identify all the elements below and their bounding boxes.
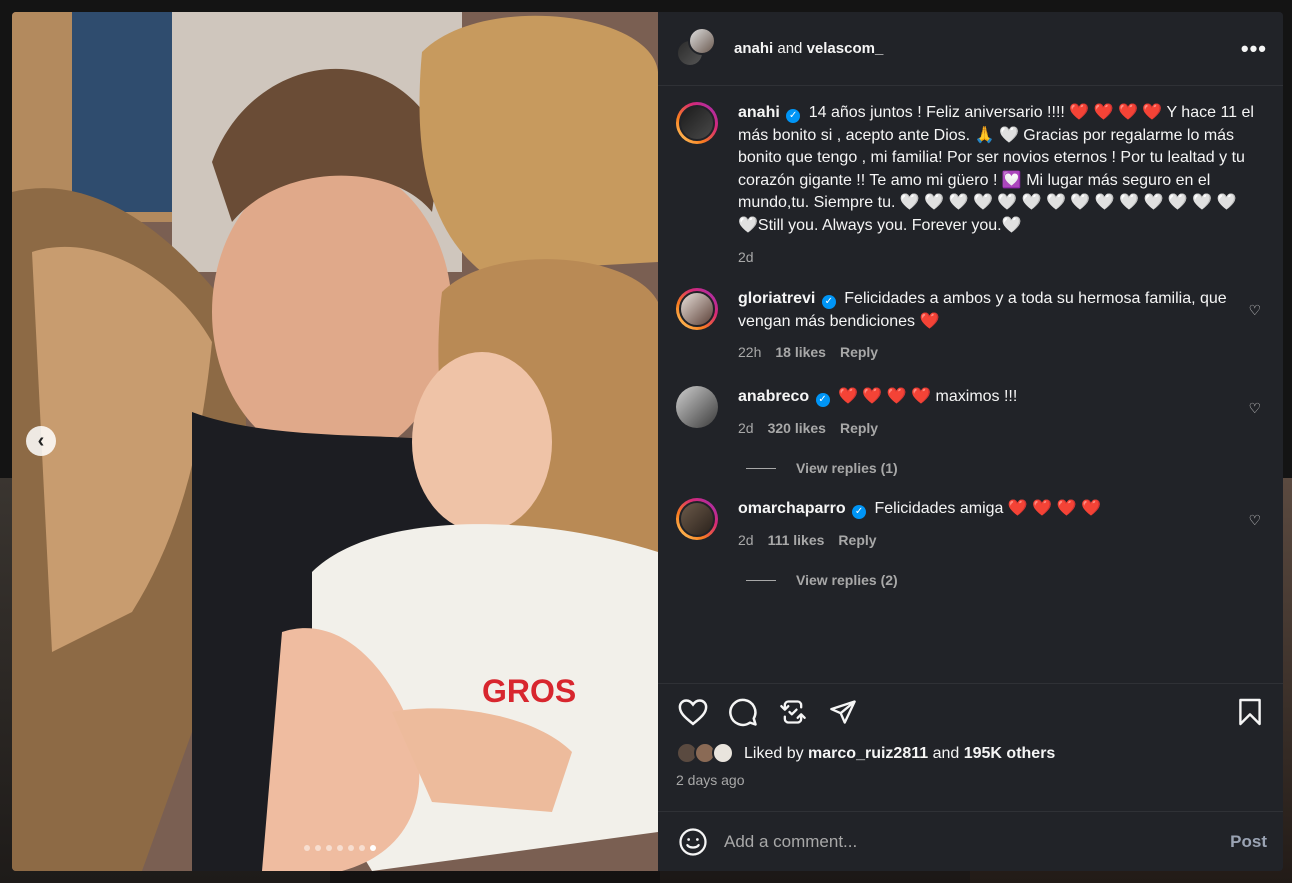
divider	[746, 467, 776, 469]
family-photo: GROS	[12, 12, 658, 871]
caption-username[interactable]: anahi	[738, 104, 780, 121]
comment-composer: Post	[658, 811, 1283, 871]
more-options-icon[interactable]: •••	[1241, 36, 1267, 62]
avatar	[712, 742, 734, 764]
comment-username[interactable]: omarchaparro	[738, 500, 846, 517]
comment-likes[interactable]: 18 likes	[775, 341, 826, 364]
view-replies-label: View replies (1)	[796, 460, 898, 477]
verified-icon: ✓	[815, 392, 830, 407]
comment-time[interactable]: 22h	[738, 341, 761, 364]
post-photo: GROS ‹	[12, 12, 658, 871]
view-replies-button[interactable]: View replies (2)	[746, 572, 1265, 588]
post-header: anahi and velascom_ •••	[658, 12, 1283, 86]
comment-meta: 22h 18 likes Reply	[738, 341, 1241, 364]
post-modal: GROS ‹ anahi and velascom_ ••• anahi ✓ 1…	[12, 12, 1283, 871]
caption-text-a: 14 años juntos ! Feliz aniversario !!!!	[808, 104, 1070, 121]
likes-summary: Liked by marco_ruiz2811 and 195K others	[676, 742, 1267, 766]
emoji-icon[interactable]	[678, 827, 708, 857]
carousel-dot	[315, 845, 321, 851]
reply-button[interactable]: Reply	[838, 529, 876, 552]
comment-heart-icon[interactable]: ♡	[1248, 400, 1261, 417]
carousel-dot	[337, 845, 343, 851]
carousel-dot	[359, 845, 365, 851]
post-timestamp[interactable]: 2 days ago	[676, 772, 1267, 788]
comment-hearts: ❤️ ❤️ ❤️ ❤️	[838, 387, 932, 405]
comment-body: omarchaparro ✓ Felicidades amiga ❤️ ❤️ ❤…	[738, 498, 1265, 551]
divider	[746, 579, 776, 581]
post-details-pane: anahi and velascom_ ••• anahi ✓ 14 años …	[658, 12, 1283, 871]
post-actions: Liked by marco_ruiz2811 and 195K others …	[658, 683, 1283, 813]
share-icon[interactable]	[826, 695, 860, 729]
comment-likes[interactable]: 111 likes	[768, 529, 825, 552]
avatar[interactable]	[676, 288, 718, 331]
comment-text: Felicidades amiga	[874, 500, 1008, 518]
comment-body: gloriatrevi ✓ Felicidades a ambos y a to…	[738, 288, 1265, 364]
reply-button[interactable]: Reply	[840, 341, 878, 364]
comment-time[interactable]: 2d	[738, 417, 754, 440]
caption: anahi ✓ 14 años juntos ! Feliz aniversar…	[676, 102, 1265, 268]
post-authors: anahi and velascom_	[734, 40, 1241, 57]
comment-hearts: ❤️ ❤️ ❤️ ❤️	[1007, 500, 1101, 518]
comment-meta: 2d 320 likes Reply	[738, 417, 1241, 440]
caption-body: anahi ✓ 14 años juntos ! Feliz aniversar…	[738, 102, 1265, 268]
avatar	[688, 26, 716, 55]
comment-icon[interactable]	[726, 695, 760, 729]
verified-icon: ✓	[821, 295, 836, 310]
previous-slide-button[interactable]: ‹	[26, 426, 56, 456]
collab-avatars[interactable]	[676, 26, 720, 71]
verified-icon: ✓	[852, 505, 867, 520]
carousel-dots	[12, 845, 658, 851]
post-button[interactable]: Post	[1230, 832, 1267, 852]
view-replies-button[interactable]: View replies (1)	[746, 460, 1265, 476]
caption-hearts: ❤️ ❤️ ❤️ ❤️	[1069, 104, 1163, 121]
chevron-left-icon: ‹	[37, 429, 45, 452]
liked-by-and: and	[932, 745, 960, 762]
liked-by-others[interactable]: 195K others	[964, 745, 1056, 763]
comment-heart-icon[interactable]: ♡	[1248, 512, 1261, 529]
reply-button[interactable]: Reply	[840, 417, 878, 440]
comment-likes[interactable]: 320 likes	[768, 417, 826, 440]
avatar[interactable]	[676, 102, 718, 144]
action-row	[676, 692, 1267, 732]
comment-meta: 2d 111 likes Reply	[738, 529, 1241, 552]
avatar[interactable]	[676, 385, 718, 428]
shirt-text: GROS	[482, 673, 576, 709]
verified-icon: ✓	[786, 109, 801, 123]
author-link[interactable]: anahi	[734, 40, 773, 57]
like-icon[interactable]	[676, 695, 710, 729]
comments-list: anahi ✓ 14 años juntos ! Feliz aniversar…	[658, 86, 1283, 683]
carousel-dot	[348, 845, 354, 851]
comment-text: maximos !!!	[935, 387, 1018, 405]
comment-username[interactable]: anabreco	[738, 388, 809, 405]
view-replies-label: View replies (2)	[796, 572, 898, 589]
carousel-dot	[326, 845, 332, 851]
caption-time[interactable]: 2d	[738, 246, 754, 269]
comment-hearts: ❤️	[919, 312, 940, 330]
comment-username[interactable]: gloriatrevi	[738, 290, 815, 307]
carousel-dot	[304, 845, 310, 851]
author-link[interactable]: velascom_	[807, 40, 884, 57]
repost-icon[interactable]	[776, 695, 810, 729]
caption-text-b: Y hace 11 el más bonito si , acepto ante…	[738, 104, 1254, 234]
avatar[interactable]	[676, 498, 718, 541]
comment-heart-icon[interactable]: ♡	[1248, 302, 1261, 319]
comment-input[interactable]	[724, 831, 1231, 852]
authors-joiner: and	[777, 40, 803, 57]
caption-meta: 2d	[738, 246, 1255, 269]
liked-by-prefix: Liked by	[744, 745, 804, 762]
comment-time[interactable]: 2d	[738, 529, 754, 552]
bookmark-icon[interactable]	[1233, 695, 1267, 729]
comment-item: gloriatrevi ✓ Felicidades a ambos y a to…	[676, 288, 1265, 364]
liked-by-user[interactable]: marco_ruiz2811	[808, 745, 928, 763]
comment-body: anabreco ✓ ❤️ ❤️ ❤️ ❤️ maximos !!! 2d 32…	[738, 386, 1265, 439]
carousel-dot-active	[370, 845, 376, 851]
comment-item: omarchaparro ✓ Felicidades amiga ❤️ ❤️ ❤…	[676, 498, 1265, 551]
comment-item: anabreco ✓ ❤️ ❤️ ❤️ ❤️ maximos !!! 2d 32…	[676, 385, 1265, 439]
liker-avatars	[676, 742, 738, 766]
